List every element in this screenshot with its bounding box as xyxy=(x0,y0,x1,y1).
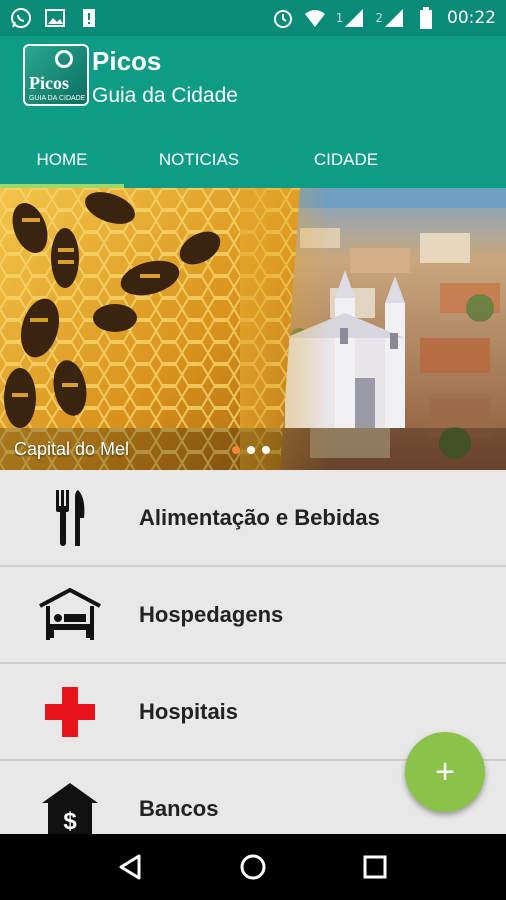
wifi-icon xyxy=(304,7,326,29)
category-label: Bancos xyxy=(139,795,219,821)
map-pin-icon xyxy=(55,50,73,68)
recents-square-icon xyxy=(363,855,387,879)
fork-knife-icon xyxy=(38,486,102,550)
hotel-bed-icon xyxy=(38,583,102,647)
app-logo: Picos GUIA DA CIDADE xyxy=(23,44,89,106)
app-title: Picos xyxy=(92,46,162,76)
clock: 00:22 xyxy=(447,8,496,28)
carousel-dot[interactable] xyxy=(232,446,240,454)
plus-icon: + xyxy=(435,752,455,791)
list-item-alimentacao[interactable]: Alimentação e Bebidas xyxy=(0,470,506,567)
list-item-hospedagens[interactable]: Hospedagens xyxy=(0,567,506,664)
tab-home[interactable]: HOME xyxy=(0,132,124,188)
alarm-icon xyxy=(272,7,294,29)
category-label: Alimentação e Bebidas xyxy=(139,504,380,530)
home-circle-icon xyxy=(240,854,266,880)
carousel-dot[interactable] xyxy=(247,446,255,454)
category-label: Hospitais xyxy=(139,698,239,724)
sim2-label: 2 xyxy=(375,11,383,25)
carousel-dot[interactable] xyxy=(262,446,270,454)
category-label: Hospedagens xyxy=(139,601,284,627)
app-subtitle: Guia da Cidade xyxy=(92,84,238,107)
image-icon xyxy=(44,7,66,29)
back-button[interactable] xyxy=(111,847,151,887)
status-bar: 1 2 00:22 xyxy=(0,0,506,36)
add-fab-button[interactable]: + xyxy=(405,732,485,812)
banner-carousel[interactable]: Capital do Mel xyxy=(0,188,506,470)
carousel-dots xyxy=(232,446,270,454)
banner-image xyxy=(0,188,506,470)
bank-icon: $ xyxy=(38,777,102,835)
tab-bar: HOME NOTICIAS CIDADE xyxy=(0,132,506,188)
sim1-label: 1 xyxy=(335,11,344,25)
tab-cidade[interactable]: CIDADE xyxy=(274,132,418,188)
svg-text:$: $ xyxy=(63,808,77,835)
notification-icon xyxy=(78,7,100,29)
home-button[interactable] xyxy=(233,847,273,887)
back-triangle-icon xyxy=(119,854,141,880)
whatsapp-icon xyxy=(10,7,32,29)
signal-icon xyxy=(383,7,405,29)
red-cross-icon xyxy=(38,680,102,744)
tab-noticias[interactable]: NOTICIAS xyxy=(124,132,274,188)
app-bar: Picos GUIA DA CIDADE Picos Guia da Cidad… xyxy=(0,36,506,188)
logo-text: Picos xyxy=(29,73,69,93)
logo-subtext: GUIA DA CIDADE xyxy=(29,95,86,102)
banner-caption: Capital do Mel xyxy=(14,439,130,459)
recents-button[interactable] xyxy=(355,847,395,887)
signal-icon xyxy=(343,7,365,29)
battery-icon xyxy=(415,7,437,29)
system-nav-bar xyxy=(0,834,506,900)
